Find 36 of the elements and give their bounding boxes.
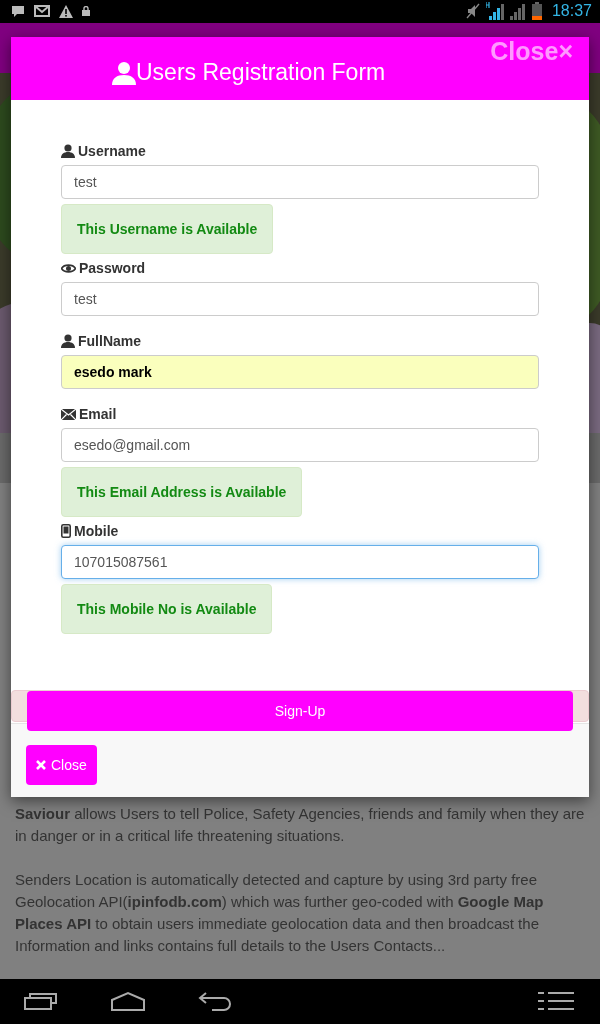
input-field[interactable]: esedo mark xyxy=(61,355,539,389)
signal-icon xyxy=(485,2,504,21)
input-field[interactable]: 107015087561 xyxy=(61,545,539,579)
description-paragraph: Senders Location is automatically detected and capture by using 3rd party free Geolocation API(ipinfodb.com) which was further geo-coded with Google Map Places API to obtain users immediate geolocation data and then broadcast the Information and links contains full details to the Users Contacts... xyxy=(15,869,545,956)
clock-time: 18:37 xyxy=(551,2,592,21)
description-paragraph: Saviour allows Users to tell Police, Safety Agencies, friends and family when they are in danger or in a critical life threatening situations. xyxy=(15,803,585,846)
field-label: Mobile xyxy=(74,523,119,539)
signal-icon xyxy=(509,2,526,21)
availability-message: This Email Address is Available xyxy=(61,467,303,517)
back-icon[interactable] xyxy=(198,991,232,1012)
user-icon xyxy=(61,144,75,158)
field-label: FullName xyxy=(78,333,141,349)
field-label: Email xyxy=(79,406,117,422)
input-field[interactable]: test xyxy=(61,165,539,199)
dialog-title: Users Registration Form xyxy=(136,59,386,86)
input-field[interactable]: esedo@gmail.com xyxy=(61,428,539,462)
mail-icon xyxy=(34,5,50,18)
home-icon[interactable] xyxy=(111,991,145,1012)
user-icon xyxy=(112,60,136,85)
warning-icon xyxy=(59,5,73,18)
phone-icon xyxy=(61,524,71,538)
field-label: Username xyxy=(78,143,146,159)
eye-icon xyxy=(61,262,76,274)
input-field[interactable]: test xyxy=(61,282,539,316)
battery-icon xyxy=(531,2,542,21)
envelope-icon xyxy=(61,408,76,420)
chat-icon xyxy=(11,5,25,18)
availability-message: This Username is Available xyxy=(61,204,274,254)
availability-message: This Mobile No is Available xyxy=(61,584,273,634)
recent-apps-icon[interactable] xyxy=(24,992,58,1011)
lock-icon xyxy=(82,6,90,17)
user-icon xyxy=(61,334,75,348)
field-label: Password xyxy=(79,260,146,276)
close-icon xyxy=(36,760,46,770)
menu-icon[interactable] xyxy=(538,991,574,1012)
muted-speaker-icon xyxy=(465,3,480,20)
